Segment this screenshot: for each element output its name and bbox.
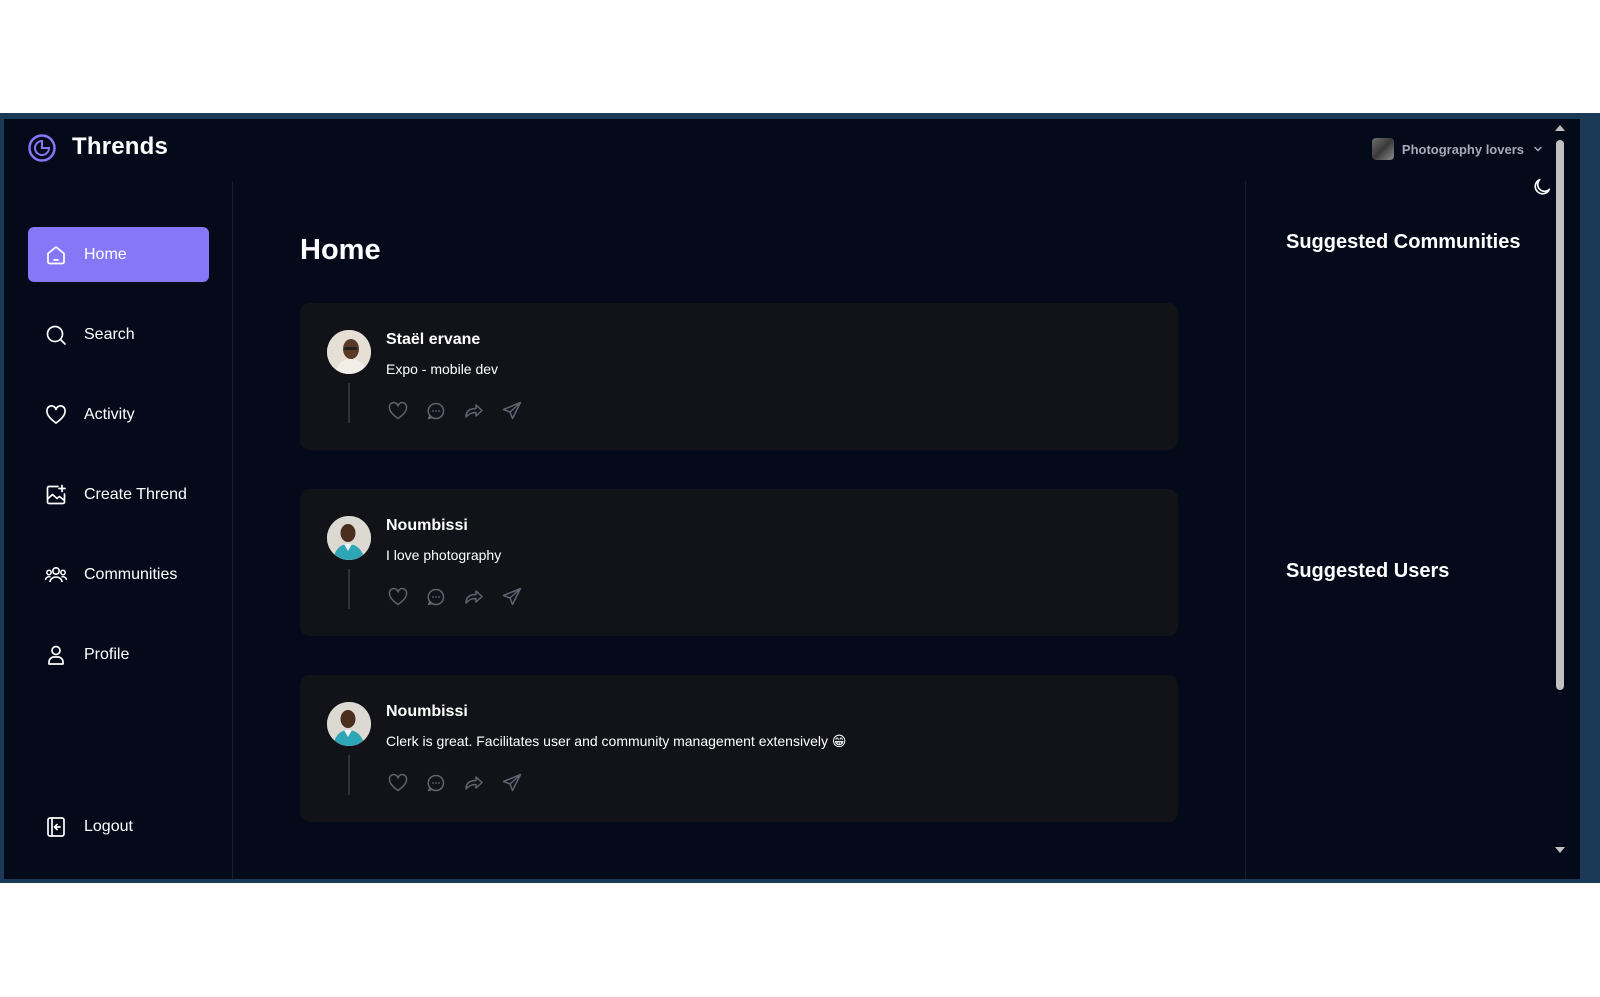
- page-title: Home: [300, 234, 381, 266]
- right-sidebar: Suggested Communities Suggested Users: [1245, 181, 1552, 879]
- suggested-communities-title: Suggested Communities: [1286, 231, 1521, 253]
- thread-line: [348, 755, 350, 795]
- heart-icon[interactable]: [386, 771, 410, 795]
- image-plus-icon: [46, 484, 66, 504]
- home-icon: [47, 245, 65, 264]
- share-icon[interactable]: [500, 771, 524, 795]
- share-icon[interactable]: [500, 585, 524, 609]
- topbar: Thrends Photography lovers: [4, 119, 1580, 181]
- thread-actions: [386, 771, 524, 795]
- avatar[interactable]: [327, 516, 371, 560]
- share-icon[interactable]: [500, 399, 524, 423]
- author-name[interactable]: Noumbissi: [386, 517, 468, 535]
- sidebar: Home Search Activity Create Thrend Commu…: [4, 181, 233, 879]
- logout-icon: [47, 816, 65, 837]
- sidebar-item-communities[interactable]: Communities: [28, 547, 209, 602]
- thread-text: Expo - mobile dev: [386, 361, 499, 377]
- repost-icon[interactable]: [462, 771, 486, 795]
- sidebar-item-home[interactable]: Home: [28, 227, 209, 282]
- scroll-down-arrow[interactable]: [1555, 847, 1565, 853]
- repost-icon[interactable]: [462, 585, 486, 609]
- scroll-thumb[interactable]: [1556, 140, 1564, 690]
- heart-icon[interactable]: [386, 399, 410, 423]
- thread-text: I love photography: [386, 547, 502, 563]
- org-switcher-label: Photography lovers: [1401, 141, 1524, 157]
- author-name[interactable]: Staël ervane: [386, 331, 480, 349]
- thread-card[interactable]: Noumbissi I love photography: [300, 489, 1178, 636]
- comment-icon[interactable]: [424, 399, 448, 423]
- sidebar-item-label: Search: [84, 325, 135, 343]
- org-switcher[interactable]: Photography lovers: [1371, 137, 1544, 161]
- heart-icon: [46, 404, 66, 424]
- sidebar-item-label: Create Thrend: [84, 485, 187, 503]
- thread-actions: [386, 585, 524, 609]
- thread-text: Clerk is great. Facilitates user and com…: [386, 733, 847, 749]
- app-window: Thrends Photography lovers Home Search A…: [4, 119, 1580, 879]
- thread-actions: [386, 399, 524, 423]
- repost-icon[interactable]: [462, 399, 486, 423]
- chevron-down-icon: [1534, 146, 1542, 152]
- sidebar-item-label: Home: [84, 245, 127, 263]
- comment-icon[interactable]: [424, 585, 448, 609]
- thread-line: [348, 569, 350, 609]
- user-icon: [48, 645, 64, 665]
- logout-button[interactable]: Logout: [28, 799, 209, 854]
- sidebar-item-search[interactable]: Search: [28, 307, 209, 362]
- avatar[interactable]: [327, 702, 371, 746]
- thread-card[interactable]: Staël ervane Expo - mobile dev: [300, 303, 1178, 450]
- heart-icon[interactable]: [386, 585, 410, 609]
- search-icon: [46, 325, 66, 345]
- author-name[interactable]: Noumbissi: [386, 703, 468, 721]
- avatar[interactable]: [327, 330, 371, 374]
- scrollbar[interactable]: [1552, 119, 1566, 861]
- sidebar-item-label: Activity: [84, 405, 135, 423]
- sidebar-item-create-thrend[interactable]: Create Thrend: [28, 467, 209, 522]
- logout-label: Logout: [84, 817, 133, 835]
- thread-line: [348, 383, 350, 423]
- org-avatar: [1371, 138, 1394, 160]
- scroll-up-arrow[interactable]: [1555, 125, 1565, 131]
- users-icon: [44, 566, 68, 582]
- comment-icon[interactable]: [424, 771, 448, 795]
- thread-card[interactable]: Noumbissi Clerk is great. Facilitates us…: [300, 675, 1178, 822]
- sidebar-item-activity[interactable]: Activity: [28, 387, 209, 442]
- brand-name[interactable]: Thrends: [72, 133, 168, 161]
- sidebar-item-profile[interactable]: Profile: [28, 627, 209, 682]
- logo-icon[interactable]: [27, 133, 57, 163]
- suggested-users-title: Suggested Users: [1286, 560, 1450, 582]
- sidebar-item-label: Profile: [84, 645, 130, 663]
- sidebar-item-label: Communities: [84, 565, 178, 583]
- main-feed: Home Staël ervane Expo - mobile dev Noum…: [233, 181, 1245, 879]
